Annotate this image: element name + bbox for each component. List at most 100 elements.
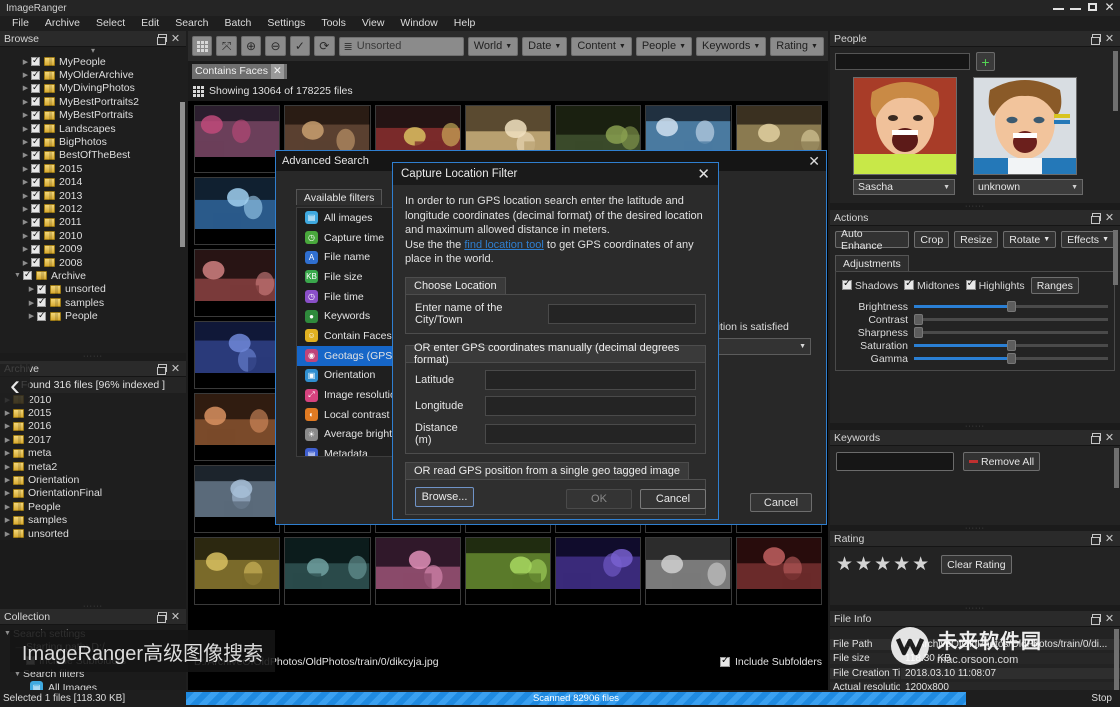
filter-keywords-button[interactable]: Keywords ▼: [696, 36, 767, 56]
tree-item[interactable]: ▶ MyPeople: [0, 55, 186, 68]
slider-track[interactable]: [914, 353, 1108, 364]
close-icon[interactable]: ✕: [1103, 211, 1116, 224]
chevron-right-icon[interactable]: ▶: [2, 476, 13, 484]
crop-button[interactable]: Crop: [914, 231, 950, 248]
chevron-right-icon[interactable]: ▶: [20, 192, 31, 200]
keyword-entry[interactable]: Add: [836, 452, 954, 471]
tree-item[interactable]: ▶ unsorted: [0, 283, 186, 296]
include-subfolders-checkbox[interactable]: [720, 655, 731, 667]
tree-scrollbar[interactable]: [180, 102, 185, 247]
thumbnail[interactable]: [194, 465, 281, 533]
tree-item-checkbox[interactable]: [31, 122, 40, 134]
menu-item-help[interactable]: Help: [446, 16, 484, 31]
tree-item-checkbox[interactable]: [31, 162, 40, 174]
slider-knob[interactable]: [913, 327, 923, 338]
tree-item[interactable]: ▶ unsorted: [0, 527, 186, 540]
tree-item[interactable]: ▶ 2017: [0, 433, 186, 446]
close-icon[interactable]: ✕: [169, 610, 182, 623]
slider-row[interactable]: Brightness: [842, 300, 1108, 313]
tree-item-checkbox[interactable]: [31, 149, 40, 160]
tree-item-checkbox[interactable]: [31, 256, 40, 268]
tree-item-checkbox[interactable]: [31, 229, 40, 241]
float-icon[interactable]: [1090, 33, 1103, 45]
chevron-right-icon[interactable]: ▶: [20, 98, 31, 106]
tree-item[interactable]: ▶ meta: [0, 447, 186, 460]
find-location-tool-link[interactable]: find location tool: [464, 239, 544, 251]
remove-all-keywords-button[interactable]: Remove All: [963, 452, 1041, 471]
tree-item-checkbox[interactable]: [31, 55, 40, 67]
cancel-button[interactable]: Cancel: [640, 489, 706, 509]
tree-item-checkbox[interactable]: [37, 310, 46, 321]
chevron-right-icon[interactable]: ▶: [2, 436, 13, 444]
geo-image-tab[interactable]: OR read GPS position from a single geo t…: [405, 461, 689, 479]
tree-item-checkbox[interactable]: [31, 109, 40, 120]
chevron-right-icon[interactable]: ▶: [2, 449, 13, 457]
tree-item[interactable]: ▶ People: [0, 309, 186, 323]
restore-down-icon[interactable]: [1069, 2, 1082, 12]
filter-rating-button[interactable]: Rating ▼: [770, 36, 824, 56]
chevron-right-icon[interactable]: ▶: [2, 503, 13, 511]
chevron-right-icon[interactable]: ▶: [2, 422, 13, 430]
chevron-right-icon[interactable]: ▶: [20, 178, 31, 186]
person-card[interactable]: Sascha ▼: [853, 77, 957, 195]
longitude-input[interactable]: [485, 395, 696, 416]
chevron-right-icon[interactable]: ▶: [2, 463, 13, 471]
close-icon[interactable]: ✕: [808, 153, 820, 170]
thumbnail[interactable]: [735, 537, 822, 605]
thumbnail[interactable]: [194, 249, 281, 317]
zoom-in-icon[interactable]: ⊕: [240, 36, 262, 56]
slider-knob[interactable]: [1007, 301, 1016, 312]
person-name-input[interactable]: [835, 53, 970, 70]
slider-knob[interactable]: [913, 314, 923, 325]
tree-item-checkbox[interactable]: [31, 95, 40, 107]
thumbnail[interactable]: [464, 537, 552, 605]
tree-item[interactable]: ▶ 2016: [0, 420, 186, 433]
tree-item[interactable]: ▶ 2011: [0, 216, 186, 229]
chevron-right-icon[interactable]: ▶: [26, 285, 37, 293]
tree-item-checkbox[interactable]: [31, 216, 40, 227]
chevron-right-icon[interactable]: ▶: [20, 259, 31, 267]
tree-item[interactable]: ▶ MyBestPortraits: [0, 109, 186, 122]
slider-track[interactable]: [914, 301, 1108, 312]
menu-item-tools[interactable]: Tools: [313, 16, 354, 31]
splitter-grip[interactable]: ······: [0, 353, 186, 360]
select-check-icon[interactable]: ✓: [289, 36, 311, 56]
chevron-right-icon[interactable]: ▶: [20, 71, 31, 79]
person-name-field[interactable]: [836, 54, 969, 69]
float-icon[interactable]: [156, 33, 169, 45]
city-input[interactable]: [548, 303, 696, 324]
tree-item[interactable]: ▶ People: [0, 500, 186, 513]
advanced-search-cancel-button[interactable]: Cancel: [750, 493, 812, 512]
tree-item[interactable]: ▶ MyBestPortraits2: [0, 95, 186, 108]
shadows-checkbox-wrap[interactable]: Shadows: [842, 278, 898, 292]
tree-item[interactable]: ▶ Orientation: [0, 473, 186, 486]
tree-item[interactable]: ▶ BigPhotos: [0, 135, 186, 149]
tree-item[interactable]: ▶ BestOfTheBest: [0, 149, 186, 162]
ok-button[interactable]: OK: [566, 489, 632, 509]
menu-item-window[interactable]: Window: [392, 16, 445, 31]
menu-item-archive[interactable]: Archive: [37, 16, 88, 31]
tree-item[interactable]: ▶ 2012: [0, 202, 186, 215]
tree-item-checkbox[interactable]: [37, 296, 46, 308]
chevron-right-icon[interactable]: ▶: [20, 58, 31, 66]
tree-item[interactable]: ▶ 2009: [0, 242, 186, 256]
filter-chip-contains-faces[interactable]: Contains Faces ✕: [192, 63, 287, 79]
collapse-left-arrow[interactable]: ‹: [0, 364, 30, 408]
slider-row[interactable]: Sharpness: [842, 326, 1108, 339]
stop-button[interactable]: Stop: [1091, 693, 1112, 704]
chevron-right-icon[interactable]: ▶: [20, 218, 31, 226]
browse-folder-tree[interactable]: ▾ ▶ MyPeople ▶ MyOlderArchive ▶ MyDivingPhoto…: [0, 47, 186, 353]
choose-location-tab[interactable]: Choose Location: [405, 276, 506, 294]
thumbnail[interactable]: [645, 537, 732, 605]
thumbnail[interactable]: [194, 393, 281, 461]
fullscreen-icon[interactable]: ⤧: [216, 36, 237, 56]
menu-item-batch[interactable]: Batch: [217, 16, 260, 31]
close-icon[interactable]: ✕: [270, 63, 284, 79]
menu-item-select[interactable]: Select: [88, 16, 133, 31]
tree-item[interactable]: ▶ samples: [0, 296, 186, 309]
tab-adjustments[interactable]: Adjustments: [835, 255, 909, 271]
tree-item-checkbox[interactable]: [31, 243, 40, 254]
chevron-right-icon[interactable]: ▶: [20, 111, 31, 119]
manual-coordinates-tab[interactable]: OR enter GPS coordinates manually (decim…: [405, 342, 706, 366]
thumbnail[interactable]: [284, 537, 371, 605]
